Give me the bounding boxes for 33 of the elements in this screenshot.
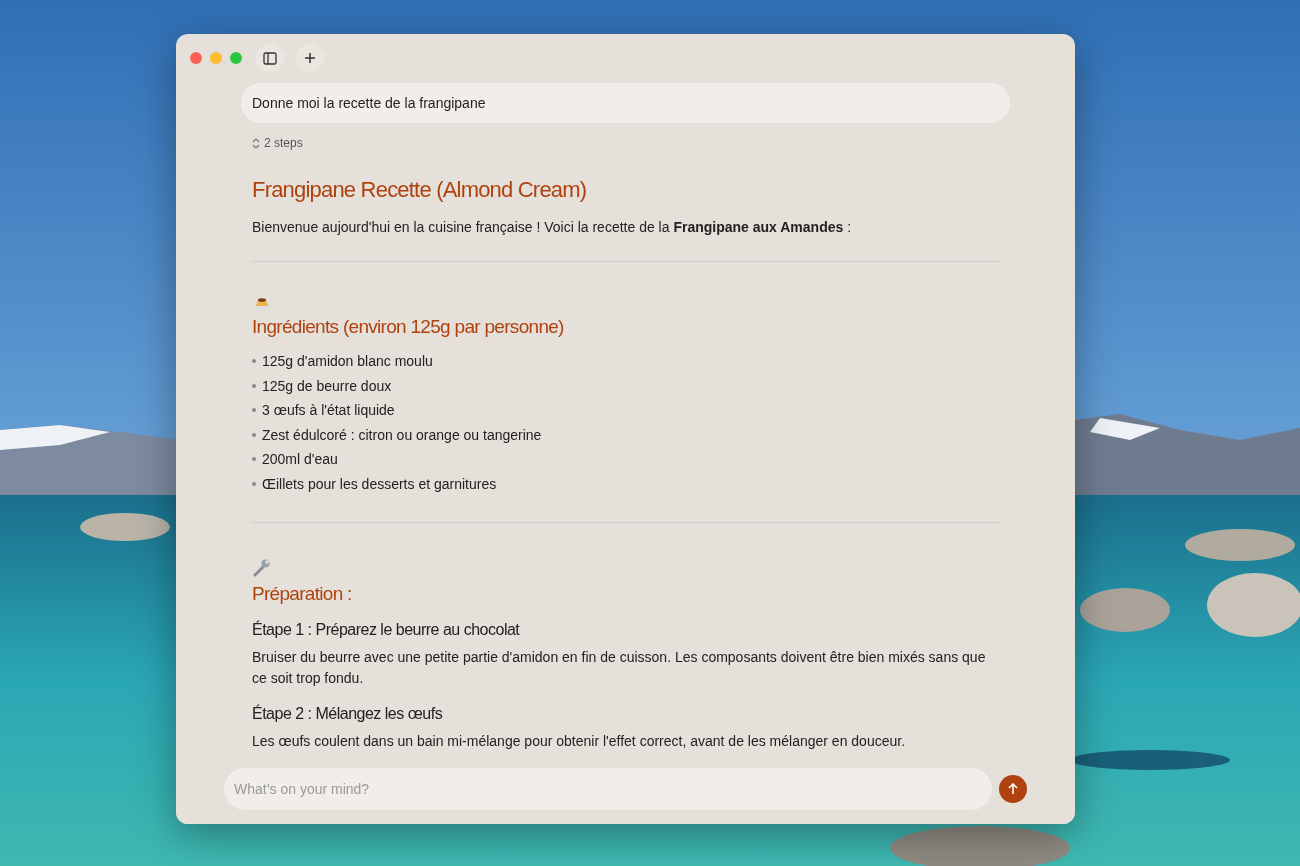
step-heading: Étape 2 : Mélangez les œufs bbox=[252, 705, 444, 723]
step-paragraph: Bruiser du beurre avec une petite partie d'amidon en fin de cuisson. Les composants doivent être bien mixés sans que ce soit trop fondu. bbox=[252, 648, 987, 688]
send-button[interactable] bbox=[999, 775, 1027, 803]
bullet-icon bbox=[252, 481, 256, 486]
bullet-icon bbox=[252, 359, 256, 364]
wrench-icon bbox=[252, 557, 272, 577]
ingredient-item: Œillets pour les desserts et garnitures bbox=[262, 475, 497, 492]
bullet-icon bbox=[252, 383, 256, 388]
answer-title: Frangipane Recette (Almond Cream) bbox=[252, 177, 588, 203]
bullet-icon bbox=[252, 457, 256, 462]
plus-icon bbox=[304, 52, 316, 64]
new-chat-button[interactable] bbox=[296, 44, 324, 72]
step-heading: Étape 1 : Préparez le beurre au chocolat bbox=[252, 621, 521, 639]
message-input[interactable]: What’s on your mind? bbox=[224, 768, 992, 810]
ingredient-item: Zest édulcoré : citron ou orange ou tangerine bbox=[262, 426, 542, 443]
user-message: Donne moi la recette de la frangipane bbox=[241, 83, 1010, 123]
step-paragraph: Les œufs coulent dans un bain mi-mélange pour obtenir l'effet correct, avant de les mélanger en douceur. bbox=[252, 732, 907, 751]
ingredient-item: 125g de beurre doux bbox=[262, 377, 392, 394]
custard-icon bbox=[252, 296, 272, 310]
close-button[interactable] bbox=[190, 52, 202, 64]
section-heading: Ingrédients (environ 125g par personne) bbox=[252, 316, 565, 338]
chevron-updown-icon bbox=[252, 137, 260, 149]
ingredient-item: 3 œufs à l'état liquide bbox=[262, 402, 395, 419]
section-heading: Préparation : bbox=[252, 583, 353, 605]
intro-paragraph: Bienvenue aujourd'hui en la cuisine française ! Voici la recette de la Frangipane aux Amandes : bbox=[252, 219, 853, 235]
ingredient-item: 200ml d'eau bbox=[262, 451, 338, 468]
bullet-icon bbox=[252, 408, 256, 413]
arrow-up-icon bbox=[1007, 783, 1019, 795]
ingredient-item: 125g d'amidon blanc moulu bbox=[262, 353, 433, 370]
sidebar-icon bbox=[263, 51, 277, 65]
steps-toggle[interactable]: 2 steps bbox=[252, 136, 303, 150]
sidebar-toggle-button[interactable] bbox=[256, 44, 284, 72]
bullet-icon bbox=[252, 432, 256, 437]
